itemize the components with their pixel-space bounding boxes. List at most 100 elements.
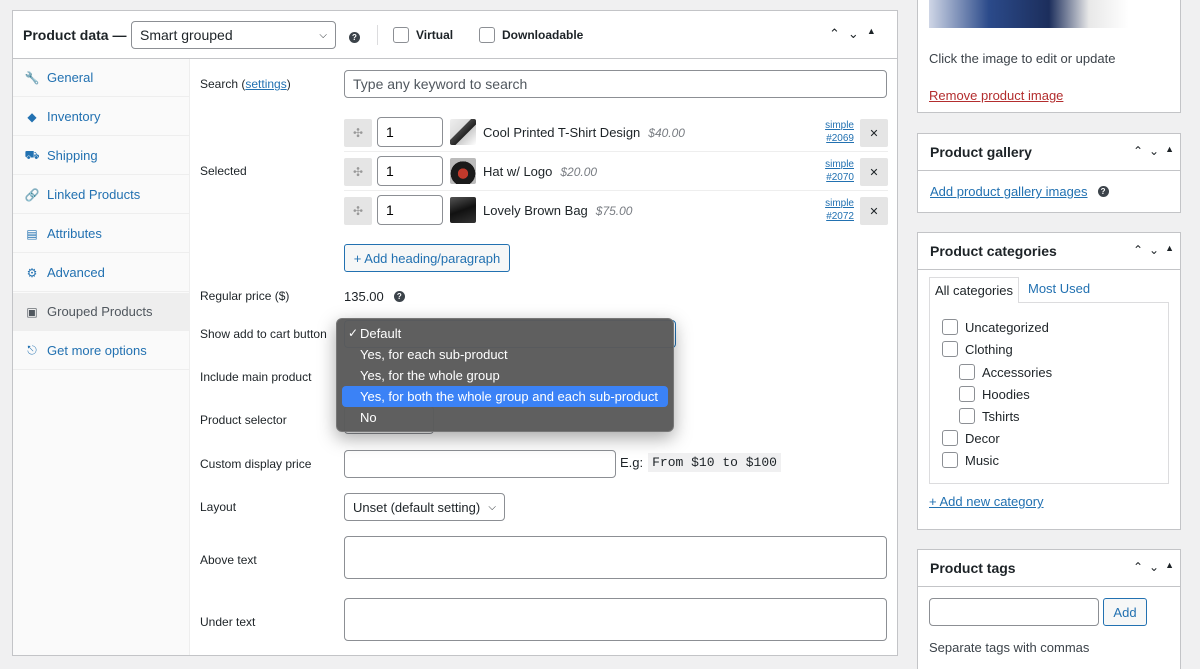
- example-code: From $10 to $100: [648, 453, 781, 472]
- product-type-link[interactable]: simple: [825, 120, 854, 131]
- product-name-text: Hat w/ Logo: [483, 164, 553, 179]
- under-text-textarea[interactable]: [344, 598, 887, 641]
- layout-select[interactable]: Unset (default setting) ⌵: [344, 493, 505, 521]
- tab-general[interactable]: 🔧 General: [13, 59, 189, 97]
- product-data-title: Product data —: [23, 27, 127, 43]
- dropdown-option[interactable]: No: [342, 407, 668, 428]
- quantity-input[interactable]: [377, 117, 443, 147]
- product-id-link[interactable]: #2072: [826, 211, 854, 222]
- gallery-controls: ⌃ ⌄ ▲: [1133, 144, 1174, 158]
- remove-item-button[interactable]: ✕: [860, 158, 888, 186]
- dropdown-option[interactable]: Yes, for each sub-product: [342, 344, 668, 365]
- tab-label: General: [47, 70, 94, 85]
- remove-item-button[interactable]: ✕: [860, 197, 888, 225]
- tab-advanced[interactable]: ⚙ Advanced: [13, 254, 189, 292]
- quantity-input[interactable]: [377, 195, 443, 225]
- product-selector-label: Product selector: [200, 413, 287, 427]
- category-checkbox[interactable]: [942, 341, 958, 357]
- dropdown-option[interactable]: ✓ Default: [342, 323, 668, 344]
- tab-label: Inventory: [47, 109, 101, 124]
- tab-attributes[interactable]: ▤ Attributes: [13, 215, 189, 253]
- help-icon[interactable]: ?: [393, 291, 405, 302]
- caret-up-icon[interactable]: ▲: [1165, 144, 1174, 158]
- product-name-text: Cool Printed T-Shirt Design: [483, 125, 641, 140]
- virtual-checkbox[interactable]: Virtual: [393, 27, 453, 43]
- chevron-down-icon[interactable]: ⌄: [1149, 243, 1159, 257]
- category-item[interactable]: Clothing: [942, 341, 1013, 357]
- category-item[interactable]: Hoodies: [959, 386, 1030, 402]
- help-icon[interactable]: ?: [349, 28, 360, 43]
- product-type: simple #2069: [825, 119, 854, 145]
- tab-label: Shipping: [47, 148, 98, 163]
- category-item[interactable]: Accessories: [959, 364, 1052, 380]
- remove-product-image-link[interactable]: Remove product image: [929, 88, 1063, 103]
- category-item[interactable]: Uncategorized: [942, 319, 1049, 335]
- category-item[interactable]: Tshirts: [959, 408, 1020, 424]
- chevron-down-icon[interactable]: ⌄: [1149, 144, 1159, 158]
- product-type-link[interactable]: simple: [825, 159, 854, 170]
- caret-up-icon[interactable]: ▲: [867, 26, 876, 42]
- tab-grouped-products[interactable]: ▣ Grouped Products: [13, 293, 189, 331]
- quantity-input[interactable]: [377, 156, 443, 186]
- custom-price-example: E.g: From $10 to $100: [620, 453, 781, 472]
- category-checkbox[interactable]: [942, 319, 958, 335]
- downloadable-checkbox-box[interactable]: [479, 27, 495, 43]
- link-icon: 🔗: [24, 187, 40, 202]
- category-item[interactable]: Music: [942, 452, 999, 468]
- category-checkbox[interactable]: [942, 452, 958, 468]
- tab-all-categories[interactable]: All categories: [929, 277, 1019, 303]
- chevron-up-icon[interactable]: ⌃: [829, 26, 840, 42]
- category-item[interactable]: Decor: [942, 430, 1000, 446]
- dropdown-option[interactable]: Yes, for both the whole group and each s…: [342, 386, 668, 407]
- dropdown-option[interactable]: Yes, for the whole group: [342, 365, 668, 386]
- downloadable-checkbox[interactable]: Downloadable: [479, 27, 583, 43]
- drag-handle-icon[interactable]: ✣: [344, 197, 372, 225]
- gallery-add: Add product gallery images ?: [930, 184, 1109, 199]
- wrench-icon: 🔧: [24, 70, 40, 85]
- category-checkbox[interactable]: [942, 430, 958, 446]
- tab-inventory[interactable]: ◆ Inventory: [13, 98, 189, 136]
- product-name: Hat w/ Logo $20.00: [483, 164, 597, 179]
- add-heading-button[interactable]: + Add heading/paragraph: [344, 244, 510, 272]
- tag-input[interactable]: [929, 598, 1099, 626]
- remove-item-button[interactable]: ✕: [860, 119, 888, 147]
- add-tag-button[interactable]: Add: [1103, 598, 1147, 626]
- tab-get-more-options[interactable]: ⎋ Get more options: [13, 332, 189, 370]
- search-input[interactable]: [344, 70, 887, 98]
- category-checkbox[interactable]: [959, 408, 975, 424]
- chevron-up-icon[interactable]: ⌃: [1133, 144, 1143, 158]
- custom-display-price-input[interactable]: [344, 450, 616, 478]
- product-id-link[interactable]: #2069: [826, 133, 854, 144]
- help-icon[interactable]: ?: [1097, 186, 1109, 197]
- tab-most-used[interactable]: Most Used: [1028, 281, 1090, 296]
- product-type-select[interactable]: Smart grouped ⌵: [131, 21, 336, 49]
- virtual-checkbox-box[interactable]: [393, 27, 409, 43]
- chevron-up-icon[interactable]: ⌃: [1133, 243, 1143, 257]
- chevron-down-icon[interactable]: ⌄: [1149, 560, 1159, 574]
- category-checkbox[interactable]: [959, 386, 975, 402]
- category-checkbox[interactable]: [959, 364, 975, 380]
- product-type-link[interactable]: simple: [825, 198, 854, 209]
- drag-handle-icon[interactable]: ✣: [344, 119, 372, 147]
- tab-linked-products[interactable]: 🔗 Linked Products: [13, 176, 189, 214]
- chevron-down-icon: ⌵: [319, 29, 327, 41]
- product-type: simple #2072: [825, 197, 854, 223]
- product-image[interactable]: [929, 0, 1129, 28]
- product-thumbnail: [450, 158, 476, 184]
- tab-label: Linked Products: [47, 187, 141, 202]
- option-label: Yes, for the whole group: [360, 368, 500, 383]
- category-label: Uncategorized: [965, 319, 1049, 335]
- product-id-link[interactable]: #2070: [826, 172, 854, 183]
- drag-handle-icon[interactable]: ✣: [344, 158, 372, 186]
- caret-up-icon[interactable]: ▲: [1165, 243, 1174, 257]
- category-label: Decor: [965, 430, 1000, 446]
- chevron-down-icon[interactable]: ⌄: [848, 26, 859, 42]
- settings-link[interactable]: settings: [245, 77, 286, 91]
- add-new-category-link[interactable]: + Add new category: [929, 494, 1044, 509]
- truck-icon: ⛟: [24, 147, 40, 162]
- add-gallery-images-link[interactable]: Add product gallery images: [930, 184, 1088, 199]
- caret-up-icon[interactable]: ▲: [1165, 560, 1174, 574]
- tab-shipping[interactable]: ⛟ Shipping: [13, 137, 189, 175]
- chevron-up-icon[interactable]: ⌃: [1133, 560, 1143, 574]
- above-text-textarea[interactable]: [344, 536, 887, 579]
